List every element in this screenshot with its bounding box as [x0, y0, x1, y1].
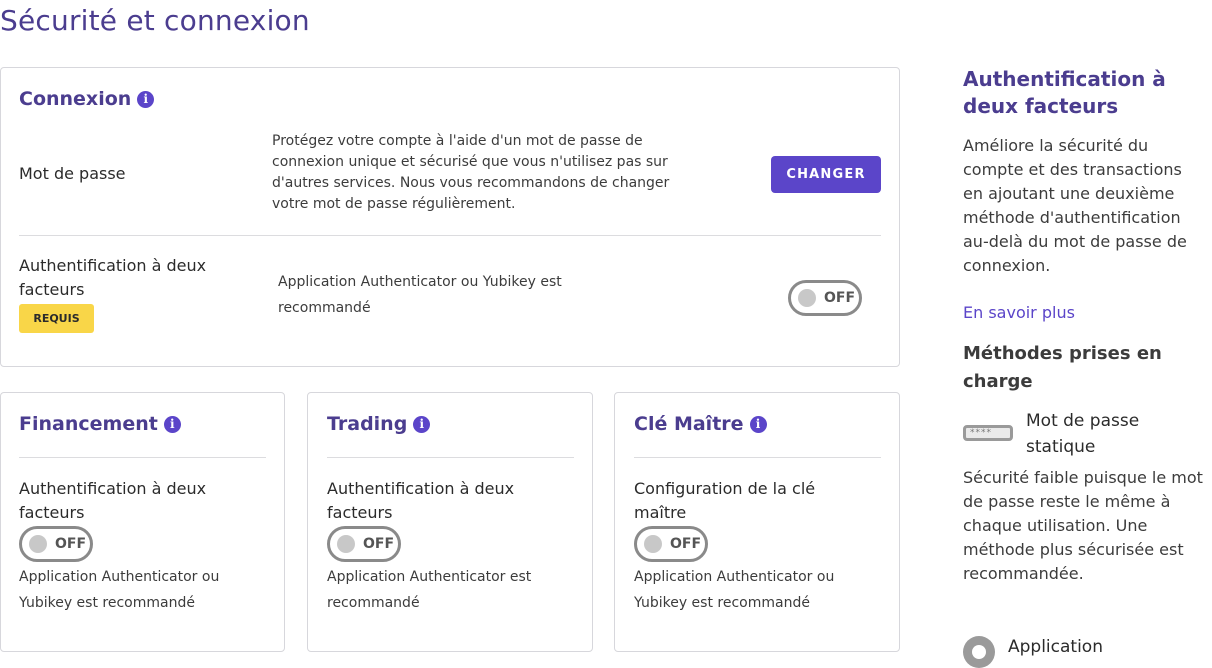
master-key-toggle[interactable]: OFF	[634, 526, 708, 562]
toggle-state: OFF	[55, 536, 87, 552]
divider	[327, 457, 574, 458]
sidebar-text: Améliore la sécurité du compte et des tr…	[963, 136, 1187, 275]
divider	[19, 235, 881, 236]
method-application: Application	[1008, 637, 1103, 657]
info-icon[interactable]: i	[137, 90, 155, 108]
financement-2fa-toggle[interactable]: OFF	[19, 526, 93, 562]
password-description: Protégez votre compte à l'aide d'un mot …	[272, 133, 670, 212]
trading-description: Application Authenticator est recommandé	[327, 569, 532, 611]
trading-2fa-toggle[interactable]: OFF	[327, 526, 401, 562]
info-icon[interactable]: i	[163, 415, 181, 433]
master-key-title-text: Clé Maître	[634, 413, 744, 435]
toggle-state: OFF	[824, 290, 856, 306]
divider	[19, 457, 266, 458]
connexion-title-text: Connexion	[19, 88, 132, 110]
toggle-state: OFF	[363, 536, 395, 552]
info-icon[interactable]: i	[413, 415, 431, 433]
methods-title: Méthodes prises en charge	[963, 343, 1162, 392]
toggle-knob	[337, 535, 355, 553]
info-icon[interactable]: i	[749, 415, 767, 433]
financement-2fa-label: Authentification à deux facteurs	[19, 479, 207, 522]
trading-2fa-label: Authentification à deux facteurs	[327, 479, 515, 522]
trading-card: Trading i Authentification à deux facteu…	[307, 392, 593, 652]
master-key-label: Configuration de la clé maître	[634, 479, 816, 522]
toggle-knob	[798, 289, 816, 307]
required-badge: REQUIS	[19, 304, 94, 333]
method-static-password: Mot de passe statique	[1026, 411, 1140, 457]
connexion-title: Connexion i	[19, 88, 155, 110]
toggle-knob	[644, 535, 662, 553]
two-factor-label: Authentification à deux facteurs	[19, 256, 207, 299]
financement-description: Application Authenticator ou Yubikey est…	[19, 569, 220, 611]
password-label: Mot de passe	[19, 164, 126, 183]
financement-card: Financement i Authentification à deux fa…	[0, 392, 285, 652]
app-icon	[963, 636, 995, 668]
change-password-button[interactable]: CHANGER	[771, 156, 881, 193]
master-key-card: Clé Maître i Configuration de la clé maî…	[614, 392, 900, 652]
trading-title: Trading i	[327, 413, 431, 435]
divider	[634, 457, 881, 458]
two-factor-toggle[interactable]: OFF	[788, 280, 862, 316]
trading-title-text: Trading	[327, 413, 408, 435]
password-icon: ****	[963, 425, 1013, 441]
page-title: Sécurité et connexion	[0, 4, 310, 37]
financement-title: Financement i	[19, 413, 181, 435]
two-factor-description: Application Authenticator ou Yubikey est…	[278, 274, 562, 316]
connexion-card: Connexion i Mot de passe Protégez votre …	[0, 67, 900, 367]
master-key-description: Application Authenticator ou Yubikey est…	[634, 569, 835, 611]
method-static-password-description: Sécurité faible puisque le mot de passe …	[963, 468, 1203, 583]
financement-title-text: Financement	[19, 413, 158, 435]
sidebar-title: Authentification à deux facteurs	[963, 67, 1166, 118]
toggle-knob	[29, 535, 47, 553]
toggle-state: OFF	[670, 536, 702, 552]
learn-more-link[interactable]: En savoir plus	[963, 303, 1075, 322]
master-key-title: Clé Maître i	[634, 413, 767, 435]
